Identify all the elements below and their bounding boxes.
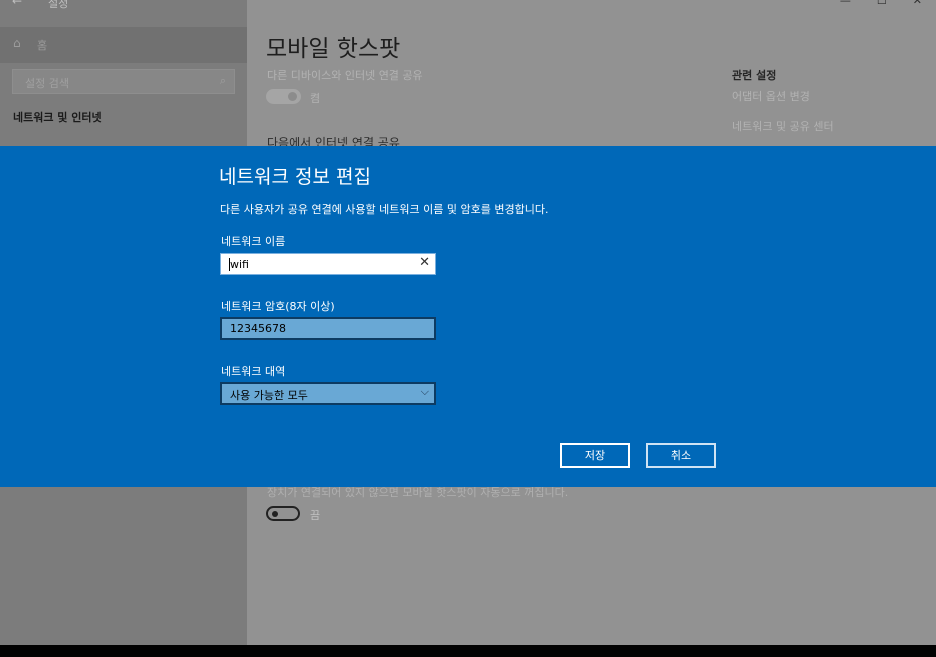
network-band-select[interactable]: 사용 가능한 모두 ⌵ (220, 382, 436, 405)
adapter-options-link[interactable]: 어댑터 옵션 변경 (732, 88, 810, 104)
network-name-label: 네트워크 이름 (221, 235, 286, 248)
settings-search-input[interactable]: 설정 검색 ⌕ (12, 69, 235, 94)
network-password-value: 12345678 (230, 322, 286, 335)
auto-off-toggle[interactable] (266, 506, 300, 521)
sidebar-item-label: 홈 (37, 39, 48, 52)
chevron-down-icon: ⌵ (420, 385, 429, 398)
edit-network-dialog: 네트워크 정보 편집 다른 사용자가 공유 연결에 사용할 네트워크 이름 및 … (0, 146, 936, 487)
sidebar-item-home[interactable]: ⌂ 홈 (0, 27, 247, 63)
close-icon[interactable]: ✕ (913, 0, 922, 7)
network-band-label: 네트워크 대역 (221, 365, 286, 378)
share-internet-toggle[interactable] (266, 89, 301, 104)
search-placeholder: 설정 검색 (25, 77, 69, 90)
network-password-label: 네트워크 암호(8자 이상) (221, 300, 335, 313)
share-toggle-state: 켬 (310, 92, 321, 105)
search-icon: ⌕ (219, 74, 226, 87)
auto-off-toggle-state: 끔 (310, 509, 321, 522)
window-title: 설정 (48, 0, 69, 10)
minimize-icon[interactable]: — (840, 0, 851, 7)
home-icon: ⌂ (13, 36, 21, 50)
toggle-knob (272, 511, 278, 517)
dialog-title: 네트워크 정보 편집 (219, 166, 371, 188)
network-sharing-center-link[interactable]: 네트워크 및 공유 센터 (732, 118, 834, 134)
save-button[interactable]: 저장 (560, 443, 630, 468)
dialog-description: 다른 사용자가 공유 연결에 사용할 네트워크 이름 및 암호를 변경합니다. (220, 203, 549, 216)
network-name-value: wifi (230, 258, 249, 271)
related-settings-title: 관련 설정 (732, 69, 777, 82)
share-internet-label: 다른 디바이스와 인터넷 연결 공유 (267, 69, 423, 82)
taskbar-edge (0, 645, 936, 657)
network-password-input[interactable]: 12345678 (220, 317, 436, 340)
window-controls: — ☐ ✕ (840, 0, 922, 7)
toggle-knob (288, 92, 297, 101)
back-arrow-icon[interactable]: ← (12, 0, 22, 8)
network-band-value: 사용 가능한 모두 (230, 389, 308, 402)
clear-icon[interactable]: ✕ (419, 255, 430, 270)
page-title: 모바일 핫스팟 (266, 36, 401, 62)
sidebar-section-title: 네트워크 및 인터넷 (13, 111, 102, 124)
settings-window: ← 설정 ⌂ 홈 설정 검색 ⌕ 네트워크 및 인터넷 — ☐ ✕ 모바일 핫스… (0, 0, 936, 645)
maximize-icon[interactable]: ☐ (877, 0, 887, 7)
cancel-button[interactable]: 취소 (646, 443, 716, 468)
network-name-input[interactable]: wifi ✕ (220, 253, 436, 275)
